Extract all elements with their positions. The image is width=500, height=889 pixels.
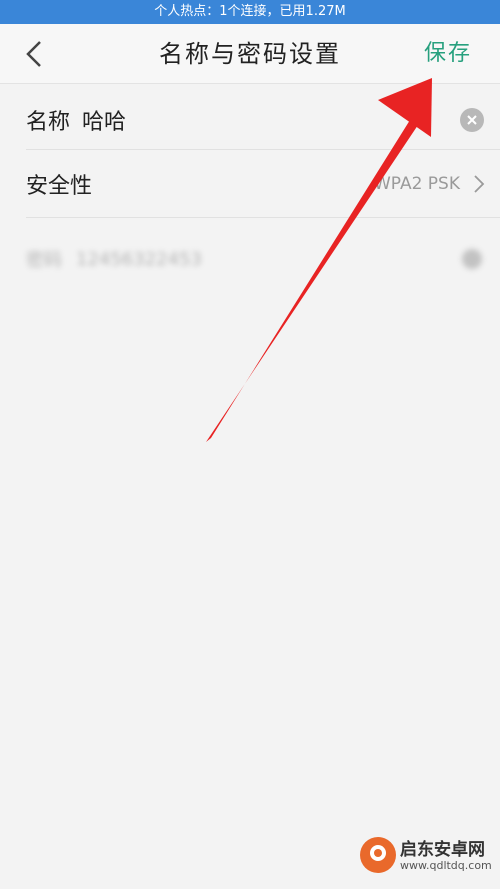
name-field[interactable]: 名称 哈哈 [26, 90, 126, 149]
watermark: 启东安卓网 www.qdltdq.com [360, 829, 492, 881]
clear-icon[interactable] [460, 107, 484, 132]
watermark-logo-icon [360, 837, 396, 873]
title-bar: 名称与密码设置 保存 [0, 24, 500, 84]
watermark-url: www.qdltdq.com [400, 859, 492, 872]
save-button[interactable]: 保存 [424, 24, 472, 84]
security-label: 安全性 [26, 173, 93, 199]
security-row[interactable]: 安全性 WPA2 PSK [26, 150, 500, 218]
status-text: 个人热点：1个连接，已用1.27M [154, 4, 346, 19]
chevron-right-icon [472, 174, 486, 194]
watermark-name: 启东安卓网 [400, 840, 485, 860]
status-bar: 个人热点：1个连接，已用1.27M [0, 0, 500, 24]
password-row[interactable]: 密码 12456322453 [26, 226, 500, 292]
password-input[interactable]: 12456322453 [76, 249, 202, 270]
name-label: 名称 [26, 109, 71, 135]
name-row[interactable]: 名称 哈哈 [26, 90, 500, 150]
security-value: WPA2 PSK [373, 173, 460, 194]
name-input[interactable]: 哈哈 [82, 104, 126, 136]
eye-icon[interactable] [462, 249, 482, 269]
password-label: 密码 [26, 250, 62, 271]
password-field[interactable]: 密码 12456322453 [26, 226, 202, 292]
